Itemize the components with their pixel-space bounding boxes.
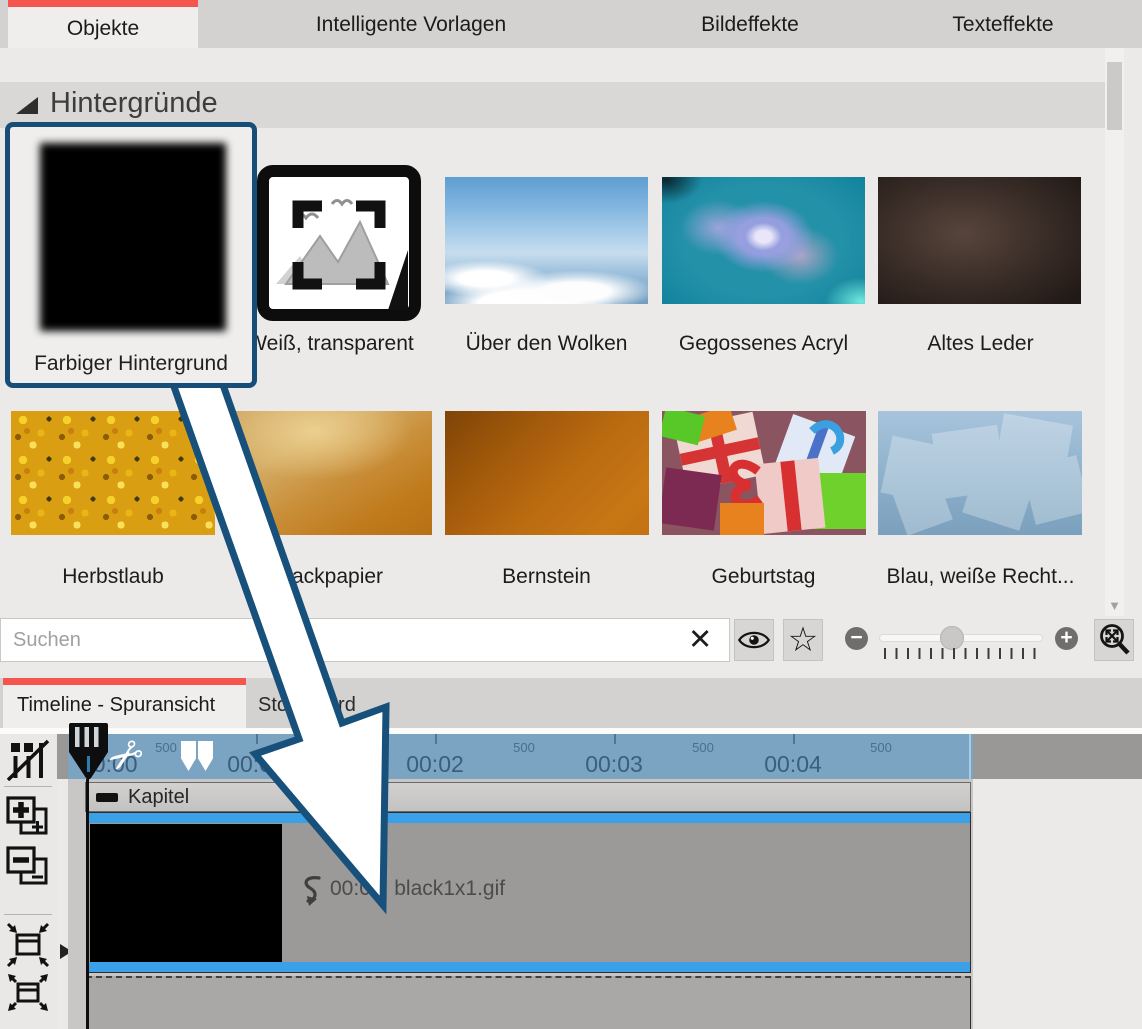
- shrink-view-button[interactable]: [6, 922, 50, 968]
- plus-squares-icon: [6, 796, 50, 838]
- ruler-sub-label: 500: [870, 740, 892, 755]
- timeline-toolbar: [0, 734, 57, 1029]
- ruler-right-spacer: [973, 734, 1142, 779]
- panel-scrollbar-thumb[interactable]: [1107, 62, 1122, 130]
- thumbnail-herbstlaub: [11, 411, 215, 535]
- ruler-end-marker: [969, 734, 971, 779]
- clip-selection-border-bottom: [87, 962, 970, 972]
- tab-storyboard[interactable]: Storyboard: [258, 678, 356, 728]
- section-title: Hintergründe: [50, 87, 218, 120]
- slider-tick-marks: [884, 648, 1036, 659]
- item-label: Blau, weiße Recht...: [872, 565, 1089, 589]
- tab-bildeffekte[interactable]: Bildeffekte: [620, 0, 880, 48]
- track-filter-icon: [6, 739, 50, 781]
- enlarge-view-button[interactable]: [6, 966, 50, 1018]
- tab-texteffekte[interactable]: Texteffekte: [875, 0, 1131, 48]
- ruler-time-label: 00:02: [406, 751, 464, 778]
- clip-thumbnail-black: [90, 824, 282, 963]
- animation-squiggle-icon: [298, 875, 324, 907]
- expand-all-tracks-button[interactable]: [6, 796, 50, 838]
- track-filter-button[interactable]: [6, 739, 50, 781]
- favorites-star-button[interactable]: ☆: [783, 619, 823, 661]
- arrows-inward-icon: [6, 922, 50, 968]
- clear-search-icon[interactable]: ✕: [688, 622, 712, 657]
- thumbnail-leather: [878, 177, 1081, 304]
- ruler-sub-label: 500: [513, 740, 535, 755]
- clip-label: 00:05, black1x1.gif: [330, 877, 505, 901]
- playhead-line[interactable]: [86, 779, 89, 1029]
- main-tabbar: Objekte Intelligente Vorlagen Bildeffekt…: [0, 0, 1142, 48]
- ruler-tick: [435, 734, 437, 744]
- ruler-left-spacer: [57, 734, 68, 779]
- ruler-sub-label: 500: [692, 740, 714, 755]
- thumbnail-backpapier: [228, 411, 432, 535]
- item-label: Backpapier: [222, 565, 439, 589]
- search-input[interactable]: [0, 618, 730, 662]
- ruler-tick: [256, 734, 258, 744]
- slider-thumb[interactable]: [940, 626, 964, 650]
- thumbnail-blau-rechtecke: [878, 411, 1082, 535]
- blue-rectangles-image: [878, 411, 1082, 535]
- track-title: Kapitel: [128, 784, 189, 811]
- playhead-handle[interactable]: [68, 722, 109, 780]
- arrows-outward-icon: [6, 966, 50, 1018]
- thumbnail-clouds: [445, 177, 648, 304]
- gifts-image: [662, 411, 866, 535]
- thumbnail-geburtstag: [662, 411, 866, 535]
- timeline-clip-black1x1[interactable]: 00:05, black1x1.gif: [86, 812, 971, 973]
- thumbnail-bernstein: [445, 411, 649, 535]
- item-label: Bernstein: [438, 565, 655, 589]
- item-label: Geburtstag: [655, 565, 872, 589]
- track-row-empty[interactable]: [86, 976, 971, 1029]
- tab-intelligente-vorlagen[interactable]: Intelligente Vorlagen: [280, 0, 542, 48]
- scrollbar-down-arrow-icon[interactable]: ▼: [1106, 597, 1123, 614]
- star-icon: ☆: [788, 620, 818, 660]
- ruler-tick: [614, 734, 616, 744]
- plus-icon: +: [1060, 626, 1072, 649]
- ruler-tick: [793, 734, 795, 744]
- item-label: Farbiger Hintergrund: [10, 352, 252, 376]
- collapse-track-icon[interactable]: [96, 793, 118, 802]
- ruler-time-label: 00:04: [764, 751, 822, 778]
- tab-timeline-spuransicht[interactable]: Timeline - Spuransicht: [3, 678, 246, 728]
- zoom-out-button[interactable]: −: [845, 627, 868, 650]
- ruler-time-label: 00:01: [227, 751, 285, 778]
- divider: [4, 914, 52, 915]
- transparent-placeholder-icon: [256, 164, 422, 322]
- zoom-in-button[interactable]: +: [1055, 627, 1078, 650]
- thumbnail-acryl: [662, 177, 865, 304]
- clip-selection-border-top: [87, 813, 970, 823]
- ruler-sub-label: 500: [155, 740, 177, 755]
- item-label: Gegossenes Acryl: [655, 332, 872, 356]
- panel-scrollbar-track[interactable]: [1105, 48, 1124, 616]
- magnifier-expand-icon: [1095, 621, 1133, 659]
- collapse-all-tracks-button[interactable]: [6, 846, 50, 888]
- minus-icon: −: [850, 626, 862, 649]
- tab-objekte[interactable]: Objekte: [8, 0, 198, 48]
- thumbnail-weiss-transparent: [256, 164, 422, 322]
- item-label: Über den Wolken: [438, 332, 655, 356]
- aquasoft-toolbox-window: Objekte Intelligente Vorlagen Bildeffekt…: [0, 0, 1142, 1029]
- section-collapse-icon: [16, 97, 38, 114]
- minus-squares-icon: [6, 846, 50, 888]
- gallery-item-farbiger-hintergrund-selected[interactable]: Farbiger Hintergrund: [5, 122, 257, 388]
- thumbnail-black-background: [40, 143, 226, 331]
- zoom-reset-button[interactable]: [1094, 619, 1134, 661]
- ruler-sub-label: 500: [334, 740, 356, 755]
- preview-eye-button[interactable]: [734, 619, 774, 661]
- chapter-track-header[interactable]: Kapitel: [85, 782, 971, 812]
- ruler-time-label: 00:03: [585, 751, 643, 778]
- divider: [4, 786, 52, 787]
- item-label: Altes Leder: [872, 332, 1089, 356]
- eye-icon: [736, 627, 772, 653]
- item-label: Herbstlaub: [5, 565, 221, 589]
